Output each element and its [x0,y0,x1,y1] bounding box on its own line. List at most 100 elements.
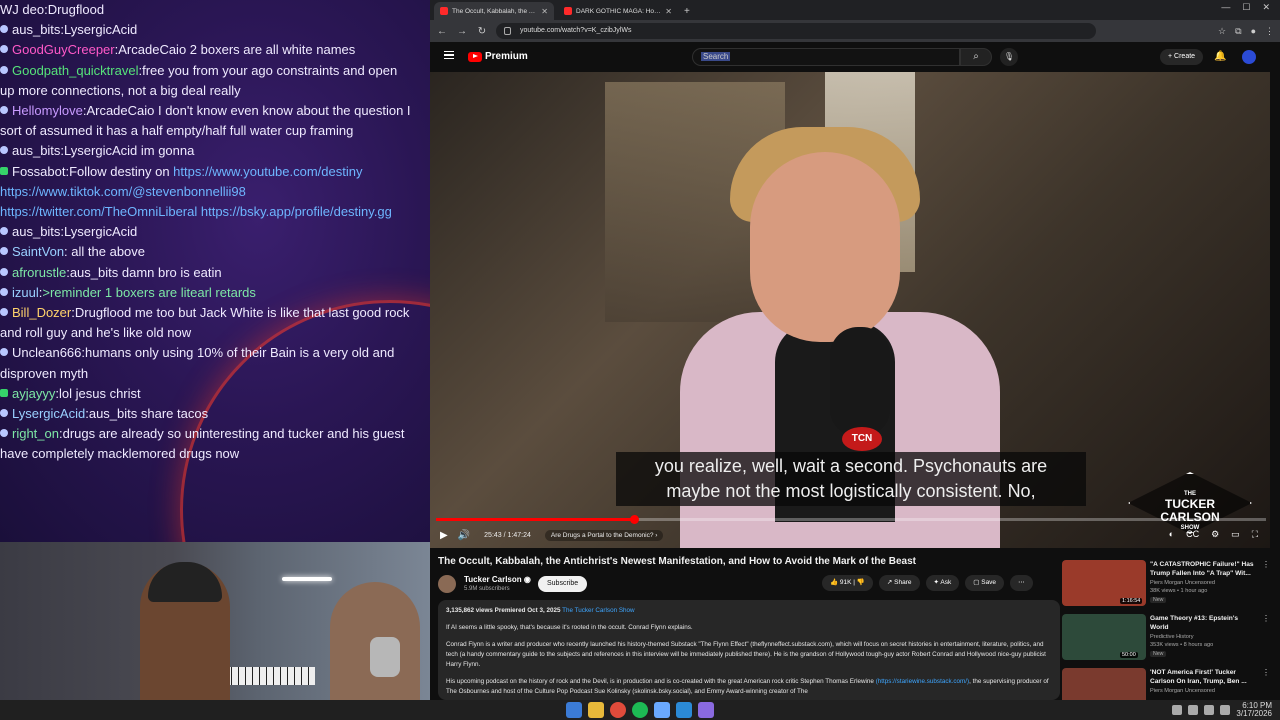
chat-username[interactable]: Unclean666 [12,345,81,360]
tray-icon[interactable] [1172,705,1183,715]
channel-name[interactable]: Tucker Carlson ◉ [464,575,531,584]
chapter-button[interactable]: Are Drugs a Portal to the Demonic? › [544,529,664,541]
wifi-icon[interactable] [1204,705,1215,715]
tab-title: DARK GOTHIC MAGA: How Tec... [576,7,661,15]
video-player[interactable]: TCN you realize, well, wait a second. Ps… [430,72,1270,548]
obsidian-icon[interactable] [698,702,714,718]
chat-username[interactable]: izuul [12,285,39,300]
share-icon: ↗ [886,579,893,586]
more-options-icon[interactable]: ⋮ [1262,560,1270,569]
chat-username[interactable]: aus_bits [12,143,60,158]
like-count: 91K [839,579,852,586]
recommendation-title: 'NOT America First!' Tucker Carlson On I… [1150,669,1247,685]
guest-head [750,152,900,342]
channel-avatar[interactable] [438,575,456,593]
start-icon[interactable] [566,702,582,718]
more-actions-icon[interactable]: ⋯ [1010,575,1033,591]
clock[interactable]: 6:10 PM 3/17/2026 [1236,702,1272,718]
chat-badge-icon [0,45,8,54]
podcast-microphone [830,327,890,437]
recommendation-thumbnail[interactable] [1062,668,1146,700]
save-button[interactable]: ▢ Save [965,575,1005,591]
chat-username[interactable]: GoodGuyCreeper [12,42,115,57]
file-explorer-icon[interactable] [588,702,604,718]
chat-username[interactable]: afrorustle [12,265,66,280]
chat-username[interactable]: Goodpath_quicktravel [12,63,138,78]
chat-username[interactable]: aus_bits [12,22,60,37]
chat-message: Bill_Dozer:Drugflood me too but Jack Whi… [0,303,430,343]
autoplay-toggle-icon[interactable]: ◐ [1169,529,1174,540]
video-description[interactable]: 3,135,862 views Premiered Oct 3, 2025 Th… [438,600,1060,700]
reload-icon[interactable]: ↻ [476,26,488,37]
chat-username[interactable]: aus_bits [12,224,60,239]
fullscreen-icon[interactable]: ⛶ [1252,529,1258,540]
search-input[interactable]: Search [692,48,960,66]
chat-link[interactable]: https://bsky.app/profile/destiny.gg [201,204,392,219]
browser-tab-2[interactable]: DARK GOTHIC MAGA: How Tec... ✕ [558,2,678,20]
account-avatar[interactable] [1242,50,1256,64]
chat-username[interactable]: Fossabot [12,164,65,179]
chrome-icon[interactable] [610,702,626,718]
youtube-logo[interactable]: Premium [468,51,528,62]
chat-username[interactable]: Bill_Dozer [12,305,71,320]
back-icon[interactable]: ← [436,26,448,37]
search-button[interactable]: ⌕ [960,48,992,66]
voice-search-icon[interactable]: 🎙 [1000,48,1018,66]
recommendation-item[interactable]: 50:00 Game Theory #13: Epstein's World Pre… [1062,614,1276,668]
maximize-icon[interactable]: ☐ [1242,2,1250,13]
chat-username[interactable]: LysergicAcid [12,406,85,421]
chat-link[interactable]: https://www.tiktok.com/@stevenbonnellii9… [0,184,246,199]
close-tab-icon[interactable]: ✕ [541,7,548,16]
settings-gear-icon[interactable]: ⚙ [1211,529,1219,540]
minimize-icon[interactable]: — [1221,2,1230,13]
description-hashtag[interactable]: The Tucker Carlson Show [562,607,634,614]
chat-username[interactable]: Hellomylove [12,103,83,118]
time-display: 25:43 / 1:47:24 [484,531,531,539]
description-link[interactable]: (https://stariewine.substack.com/) [876,678,969,685]
browser-tab-1[interactable]: The Occult, Kabbalah, the A... ✕ [434,2,554,20]
close-tab-icon[interactable]: ✕ [665,7,672,16]
more-options-icon[interactable]: ⋮ [1262,614,1270,623]
spotify-icon[interactable] [632,702,648,718]
tray-icon[interactable] [1188,705,1199,715]
chat-username[interactable]: WJ deo [0,2,44,17]
chat-message: Fossabot:Follow destiny on https://www.y… [0,162,430,223]
more-options-icon[interactable]: ⋮ [1262,668,1270,677]
progress-bar[interactable] [436,515,1266,524]
bookmark-star-icon[interactable]: ☆ [1218,26,1226,37]
logo-text: Premium [485,51,528,62]
chat-link[interactable]: https://twitter.com/TheOmniLiberal [0,204,197,219]
captions-icon[interactable]: CC [1186,529,1199,540]
notifications-bell-icon[interactable]: 🔔 [1214,51,1226,62]
telegram-icon[interactable] [676,702,692,718]
extensions-icon[interactable]: ⧉ [1235,26,1241,37]
forward-icon[interactable]: → [456,26,468,37]
volume-tray-icon[interactable] [1220,705,1231,715]
close-window-icon[interactable]: ✕ [1262,2,1270,13]
chat-link[interactable]: https://www.youtube.com/destiny [173,164,362,179]
recommendation-item[interactable]: 'NOT America First!' Tucker Carlson On I… [1062,668,1276,700]
recommendation-title: "A CATASTROPHIC Failure!" Has Trump Fall… [1150,561,1254,577]
chat-username[interactable]: right_on [12,426,59,441]
app-icon[interactable] [654,702,670,718]
like-button[interactable]: 👍 91K | 👎 [822,575,873,591]
share-button[interactable]: ↗ Share [878,575,920,591]
create-button[interactable]: + Create [1160,49,1204,65]
profile-icon[interactable]: ● [1251,26,1256,37]
player-controls: ▶ 🔊 25:43 / 1:47:24 Are Drugs a Portal t… [430,524,1270,546]
chat-username[interactable]: SaintVon [12,244,64,259]
menu-dots-icon[interactable]: ⋮ [1265,26,1274,37]
ask-button[interactable]: ✦ Ask [925,575,960,591]
volume-icon[interactable]: 🔊 [458,530,470,541]
scrubber-handle[interactable] [630,515,640,524]
play-icon[interactable]: ▶ [440,530,448,541]
recommendation-item[interactable]: 1:16:54 "A CATASTROPHIC Failure!" Has Tru… [1062,560,1276,614]
subscribe-button[interactable]: Subscribe [538,576,588,592]
theater-mode-icon[interactable]: ▭ [1231,529,1240,540]
new-tab-icon[interactable]: + [684,6,690,17]
chat-username[interactable]: ayjayyy [12,386,55,401]
site-info-icon[interactable] [504,27,511,35]
url-field[interactable]: youtube.com/watch?v=K_czibJylWs [496,23,1096,39]
chat-message-list[interactable]: WJ deo:Drugflood aus_bits:LysergicAcid Goo… [0,0,430,465]
hamburger-menu-icon[interactable] [444,51,454,59]
